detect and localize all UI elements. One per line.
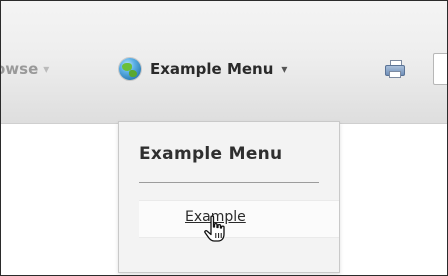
dropdown-divider bbox=[139, 182, 319, 183]
chevron-down-icon: ▾ bbox=[281, 62, 288, 76]
dropdown-item-label[interactable]: Example bbox=[185, 209, 246, 225]
example-menu-label: Example Menu bbox=[150, 60, 274, 78]
browse-menu-button[interactable]: owse ▾ bbox=[1, 55, 50, 83]
dropdown-item-example[interactable]: Example bbox=[139, 200, 339, 238]
window-frame: owse ▾ Example Menu ▾ Example Menu Examp… bbox=[0, 0, 448, 276]
dropdown-title: Example Menu bbox=[139, 144, 283, 164]
chevron-down-icon: ▾ bbox=[43, 62, 50, 76]
browse-label: owse bbox=[1, 60, 39, 78]
example-menu-dropdown: Example Menu Example bbox=[118, 121, 340, 273]
globe-icon bbox=[119, 58, 141, 80]
search-input[interactable] bbox=[433, 53, 447, 85]
toolbar: owse ▾ Example Menu ▾ bbox=[1, 1, 447, 123]
globe-land-shape bbox=[129, 70, 137, 77]
printer-icon[interactable] bbox=[385, 60, 405, 78]
example-menu-button[interactable]: Example Menu ▾ bbox=[119, 55, 287, 83]
printer-tray-shape bbox=[389, 71, 401, 78]
